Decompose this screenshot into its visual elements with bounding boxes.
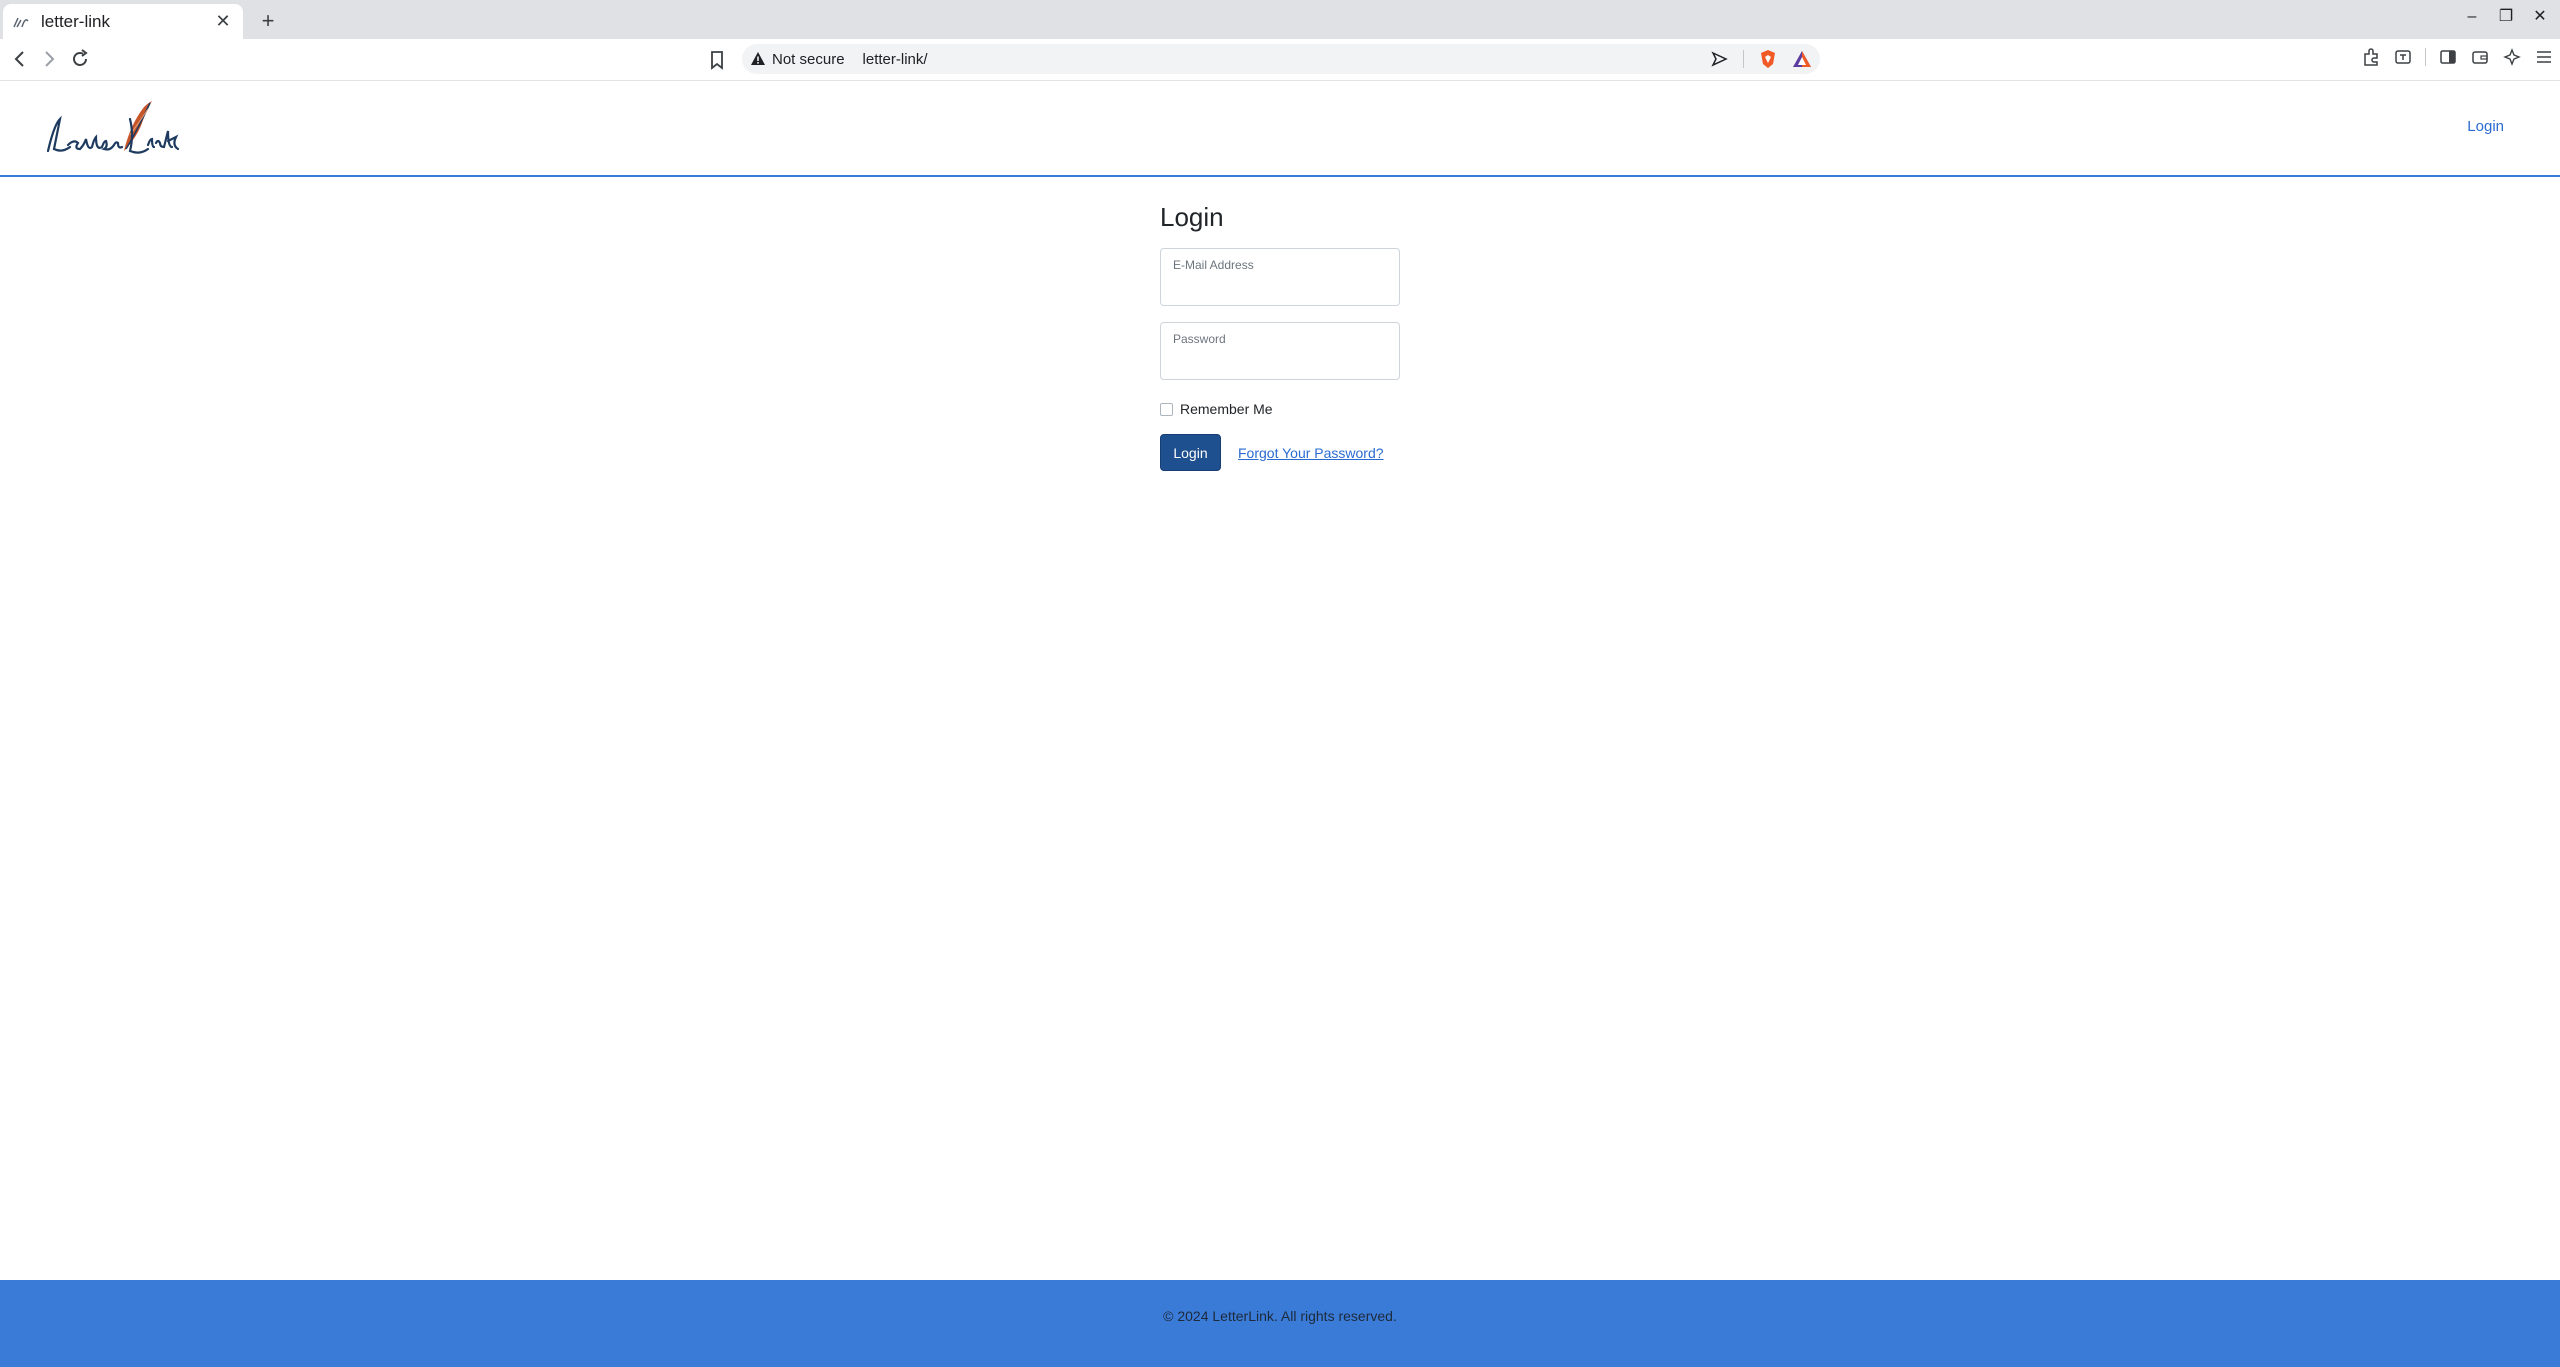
- toolbar-actions: [2361, 47, 2554, 67]
- wallet-icon[interactable]: [2470, 47, 2490, 67]
- password-input[interactable]: [1173, 351, 1387, 373]
- login-form: Login E-Mail Address Password Remember M…: [1160, 202, 1400, 471]
- password-field[interactable]: Password: [1160, 322, 1400, 380]
- leo-ai-icon[interactable]: [2502, 47, 2522, 67]
- tab-close-icon[interactable]: ✕: [213, 11, 233, 32]
- forward-icon[interactable]: [37, 47, 61, 71]
- login-button[interactable]: Login: [1160, 434, 1221, 471]
- login-title: Login: [1160, 202, 1224, 232]
- window-close-icon[interactable]: ✕: [2532, 6, 2548, 28]
- divider: [2425, 48, 2426, 66]
- email-input[interactable]: [1173, 277, 1387, 299]
- email-field[interactable]: E-Mail Address: [1160, 248, 1400, 306]
- sidebar-icon[interactable]: [2438, 47, 2458, 67]
- site-favicon-icon: [13, 13, 31, 31]
- email-label: E-Mail Address: [1173, 258, 1254, 272]
- bookmark-icon[interactable]: [707, 48, 727, 72]
- tab-title: letter-link: [41, 11, 110, 31]
- reload-icon[interactable]: [68, 47, 92, 71]
- form-actions: Login Forgot Your Password?: [1160, 434, 1400, 471]
- warning-icon[interactable]: [750, 51, 766, 67]
- address-bar[interactable]: Not secure letter-link/: [742, 44, 1820, 74]
- menu-icon[interactable]: [2534, 47, 2554, 67]
- footer-copyright: © 2024 LetterLink. All rights reserved.: [1163, 1308, 1397, 1324]
- new-tab-button[interactable]: +: [258, 8, 278, 34]
- translate-icon[interactable]: [2393, 47, 2413, 67]
- browser-tabbar: letter-link ✕ + – ❐ ✕: [0, 0, 2560, 39]
- security-status[interactable]: Not secure: [772, 51, 845, 68]
- restore-icon[interactable]: ❐: [2498, 6, 2514, 28]
- password-label: Password: [1173, 332, 1226, 346]
- window-controls: – ❐ ✕: [2464, 6, 2548, 28]
- brave-shield-icon[interactable]: [1758, 49, 1778, 69]
- extensions-icon[interactable]: [2361, 47, 2381, 67]
- header-login-link[interactable]: Login: [2467, 118, 2504, 135]
- browser-tab[interactable]: letter-link ✕: [3, 4, 243, 39]
- url-text[interactable]: letter-link/: [863, 51, 1709, 68]
- send-icon[interactable]: [1709, 49, 1729, 69]
- divider: [1743, 50, 1744, 68]
- letterlink-logo[interactable]: [44, 95, 184, 163]
- site-header: Login: [0, 81, 2560, 177]
- remember-checkbox[interactable]: [1160, 402, 1173, 416]
- forgot-password-link[interactable]: Forgot Your Password?: [1238, 445, 1384, 461]
- remember-label[interactable]: Remember Me: [1180, 401, 1273, 417]
- browser-toolbar: Not secure letter-link/: [0, 39, 2560, 81]
- back-icon[interactable]: [8, 47, 32, 71]
- remember-me[interactable]: Remember Me: [1160, 399, 1400, 419]
- rewards-icon[interactable]: [1792, 49, 1812, 69]
- site-footer: © 2024 LetterLink. All rights reserved.: [0, 1280, 2560, 1367]
- minimize-icon[interactable]: –: [2464, 6, 2480, 28]
